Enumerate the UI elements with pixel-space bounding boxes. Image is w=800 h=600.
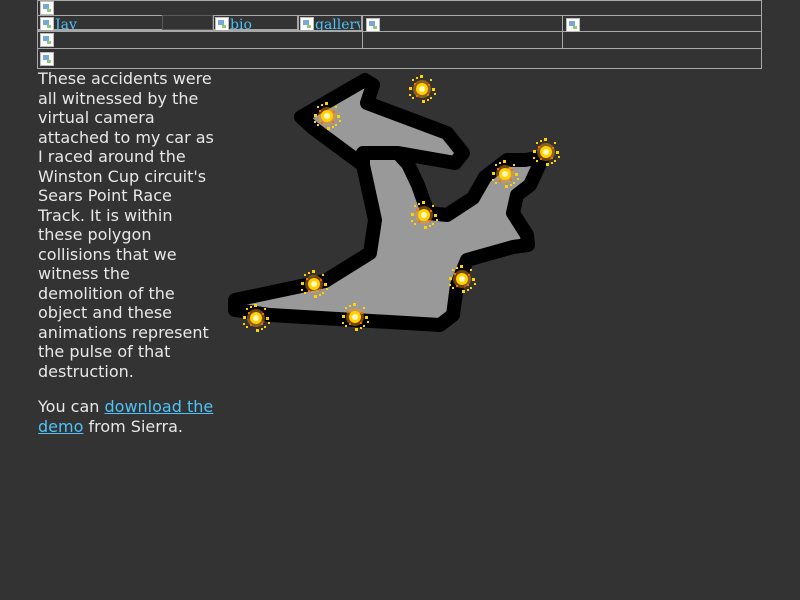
- header-image-row4: [40, 52, 54, 66]
- bio-image: [215, 17, 229, 31]
- track-surface: [228, 146, 550, 332]
- jay-image: [40, 17, 54, 31]
- download-suffix: from Sierra.: [83, 416, 183, 436]
- nav-cell-blank: [162, 15, 213, 30]
- header-image-4: [366, 18, 380, 32]
- nav-link-jay-label: Jay: [55, 17, 77, 31]
- body-text: These accidents were all witnessed by th…: [38, 69, 218, 452]
- download-prefix: You can: [38, 397, 105, 416]
- nav-link-gallery-label: gallery: [315, 17, 360, 31]
- nav-link-gallery[interactable]: gallery: [300, 17, 360, 31]
- header-banner-image: [40, 1, 54, 15]
- header-image-5: [566, 18, 580, 32]
- nav-link-bio-label: bio: [230, 17, 252, 31]
- header-row-3: [37, 30, 363, 49]
- intro-paragraph: These accidents were all witnessed by th…: [38, 69, 214, 381]
- gallery-image: [300, 17, 314, 31]
- header-image-row3: [40, 33, 54, 47]
- header-row-1: [37, 0, 762, 16]
- nav-link-jay[interactable]: Jay: [40, 17, 160, 31]
- download-paragraph: You can download the demo from Sierra.: [38, 397, 218, 436]
- race-track-illustration: [228, 73, 560, 332]
- spark-icon: [409, 75, 436, 103]
- header-cell-4: [362, 15, 563, 49]
- nav-link-bio[interactable]: bio: [215, 17, 295, 31]
- header-cell-5: [562, 15, 762, 49]
